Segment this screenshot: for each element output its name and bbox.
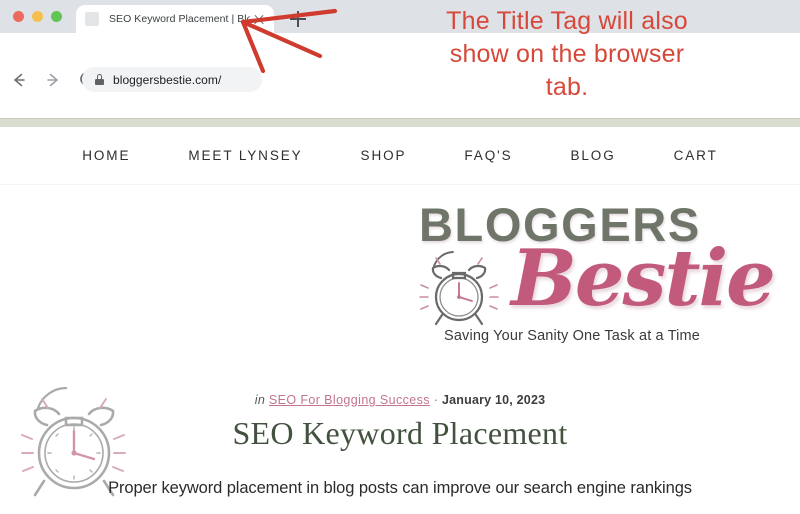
annotation-text: The Title Tag will also show on the brow…	[446, 7, 688, 101]
forward-button[interactable]	[42, 69, 64, 91]
nav-item-faqs[interactable]: FAQ'S	[435, 148, 541, 163]
post-title: SEO Keyword Placement	[232, 415, 568, 451]
window-controls	[13, 11, 62, 22]
minimize-window-button[interactable]	[32, 11, 43, 22]
post-meta-in-label: in	[254, 393, 266, 407]
url-text: bloggersbestie.com/	[113, 72, 222, 87]
site-logo[interactable]: BLOGGERS Bestie Saving Your Sanity One T…	[406, 197, 776, 357]
post-meta-separator: ·	[433, 393, 439, 407]
web-page: HOME MEET LYNSEY SHOP FAQ'S BLOG CART BL…	[0, 127, 800, 514]
nav-item-shop[interactable]: SHOP	[332, 148, 436, 163]
post-category-link[interactable]: SEO For Blogging Success	[269, 393, 430, 407]
nav-item-blog[interactable]: BLOG	[542, 148, 645, 163]
nav-item-cart[interactable]: CART	[645, 148, 747, 163]
post-lead-paragraph: Proper keyword placement in blog posts c…	[108, 479, 692, 497]
post-meta: in SEO For Blogging Success · January 10…	[0, 393, 800, 407]
chrome-page-divider	[0, 118, 800, 127]
nav-item-home[interactable]: HOME	[53, 148, 159, 163]
logo-tagline: Saving Your Sanity One Task at a Time	[444, 328, 700, 344]
screenshot-root: SEO Keyword Placement | Blo bloggersbest…	[0, 0, 800, 514]
post-date: January 10, 2023	[441, 393, 546, 407]
maximize-window-button[interactable]	[51, 11, 62, 22]
logo-wordmark-script: Bestie	[511, 233, 776, 324]
alarm-clock-icon	[418, 245, 500, 330]
nav-item-meet-lynsey[interactable]: MEET LYNSEY	[159, 148, 331, 163]
lock-icon	[95, 74, 104, 85]
site-navigation: HOME MEET LYNSEY SHOP FAQ'S BLOG CART	[0, 127, 800, 185]
tab-favicon-icon	[85, 12, 99, 26]
close-window-button[interactable]	[13, 11, 24, 22]
back-button[interactable]	[8, 69, 30, 91]
